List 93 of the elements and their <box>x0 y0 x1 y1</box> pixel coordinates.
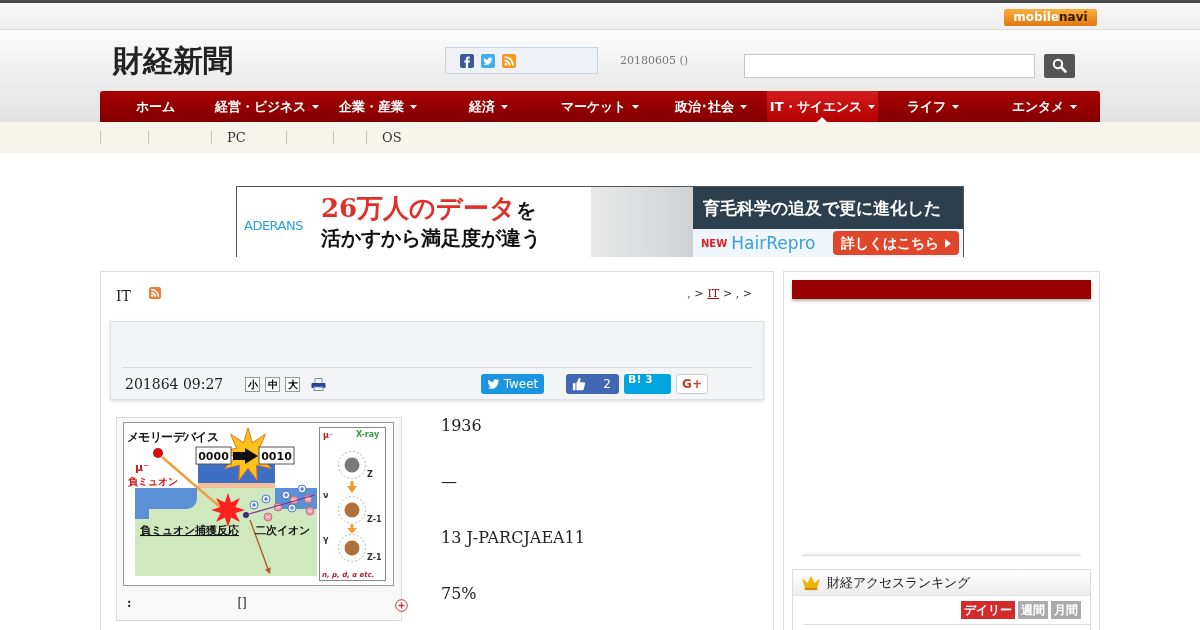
caption-text: : <box>127 595 132 610</box>
diagram-label: γ <box>323 535 329 544</box>
thumbs-up-icon <box>572 377 586 391</box>
atom-icon <box>338 496 366 524</box>
site-logo[interactable]: 財経新聞 <box>113 42 233 78</box>
minus-charge-icon <box>303 494 313 504</box>
breadcrumb-text: , > <box>687 286 704 300</box>
diagram-label: 負ミュオン <box>128 476 178 487</box>
subnav-link[interactable]: OS <box>367 130 441 145</box>
breadcrumb-text: > , > <box>723 286 752 300</box>
ad-banner[interactable]: ADERANS 26万人のデータ を 活かすから満足度が違う 育毛科学の追及で更に進化した NEW HairRepro 詳しくはこちら <box>236 186 964 257</box>
caret-icon <box>501 104 509 109</box>
ranking-tab[interactable]: デイリー <box>961 601 1015 619</box>
article-paragraph: 75% <box>441 583 478 605</box>
nav-tab[interactable]: マーケット <box>544 91 656 122</box>
plus-charge-icon <box>261 494 271 504</box>
like-button[interactable]: 2 <box>566 374 619 394</box>
caret-icon <box>952 104 960 109</box>
nav-tab[interactable]: 経営・ビジネス <box>211 91 323 122</box>
minus-charge-icon <box>273 502 283 512</box>
font-size-button[interactable]: 大 <box>285 376 301 392</box>
plus-circle-icon[interactable] <box>395 599 408 612</box>
plus-charge-icon <box>297 484 307 494</box>
printer-icon[interactable] <box>311 377 327 391</box>
article-paragraph: 1936 <box>441 415 483 437</box>
diagram-label: Z-1 <box>367 553 382 562</box>
ad-tagline: 育毛科学の追及で更に進化した <box>693 187 963 229</box>
nav-tab[interactable]: 経済 <box>433 91 545 122</box>
minus-charge-icon <box>263 512 273 522</box>
ranking-title: 財経アクセスランキング <box>827 573 970 592</box>
ad-headline: 26万人のデータ を <box>321 193 538 225</box>
mobile-site-logo[interactable]: mobilenavi <box>1004 9 1097 26</box>
rss-icon[interactable] <box>148 287 161 299</box>
plus-charge-icon <box>249 500 259 510</box>
caret-icon <box>740 104 748 109</box>
diagram-label: μ⁻ <box>323 431 334 440</box>
ion-path-line <box>248 494 316 515</box>
caret-icon <box>632 104 639 109</box>
ad-brand-logo: ADERANS <box>243 217 304 233</box>
diagram-label: X-ray <box>356 430 380 439</box>
down-arrow-icon <box>347 524 357 534</box>
ad-subline: 活かすから満足度が違う <box>321 225 541 251</box>
breadcrumb-link[interactable]: IT <box>707 286 720 300</box>
crown-icon <box>801 574 821 591</box>
nav-tab[interactable]: IT・サイエンス <box>766 91 878 122</box>
diagram-label: メモリーデバイス <box>127 430 219 444</box>
search-button[interactable] <box>1044 53 1075 78</box>
facebook-icon[interactable] <box>460 53 474 68</box>
nav-tab[interactable]: 政治･社会 <box>655 91 767 122</box>
bit-value-box: 0000 <box>195 446 232 465</box>
nav-tab[interactable]: ライフ <box>877 91 989 122</box>
caret-icon <box>1069 104 1077 109</box>
new-label: NEW <box>701 237 728 249</box>
down-arrow-icon <box>347 481 357 493</box>
bit-value-box: 0010 <box>258 446 295 465</box>
font-size-button[interactable]: 小 <box>245 376 261 392</box>
triangle-icon <box>945 238 951 248</box>
caret-icon <box>311 104 319 109</box>
well-region <box>135 488 197 519</box>
category-label: IT <box>116 288 131 304</box>
nav-tab[interactable]: エンタメ <box>988 91 1100 122</box>
diagram-label: 負ミュオン捕獲反応 <box>140 524 239 536</box>
atom-icon <box>338 451 366 479</box>
particle-dot-icon <box>243 512 249 518</box>
diagram-label: 二次イオン <box>255 524 310 536</box>
diagram-label: μ⁻ <box>135 461 149 474</box>
article-paragraph: 13 J-PARCJAEA11 <box>441 527 586 549</box>
product-name: HairRepro <box>731 233 816 253</box>
date-text: 20180605 () <box>620 54 690 67</box>
minus-charge-icon <box>305 506 315 516</box>
diagram-label: Z-1 <box>367 515 382 524</box>
subnav-link[interactable]: PC <box>212 130 286 145</box>
plus-charge-icon <box>281 490 291 500</box>
right-arrow-icon <box>233 448 258 464</box>
bird-icon <box>486 378 500 390</box>
nav-tab[interactable]: 企業・産業 <box>322 91 434 122</box>
plus-share-button[interactable]: G+ <box>676 374 708 394</box>
nav-tab[interactable]: ホーム <box>100 91 212 122</box>
search-icon <box>1052 58 1067 73</box>
atom-icon <box>338 534 366 562</box>
minus-charge-icon <box>289 495 299 505</box>
publish-date: 201864 09:27 <box>125 376 224 392</box>
details-button[interactable]: 詳しくはこちら <box>833 231 959 255</box>
search-field[interactable] <box>744 53 1035 78</box>
caption-link[interactable]: [] <box>237 595 247 610</box>
muon-dot-icon <box>153 448 163 458</box>
font-size-button[interactable]: 中 <box>265 376 281 392</box>
caret-icon <box>867 104 875 109</box>
plus-charge-icon <box>287 503 297 513</box>
caret-icon <box>409 104 417 109</box>
diagram-label: Z <box>367 470 373 479</box>
diagram-label: ν <box>323 491 329 500</box>
article-paragraph: — <box>441 471 458 493</box>
